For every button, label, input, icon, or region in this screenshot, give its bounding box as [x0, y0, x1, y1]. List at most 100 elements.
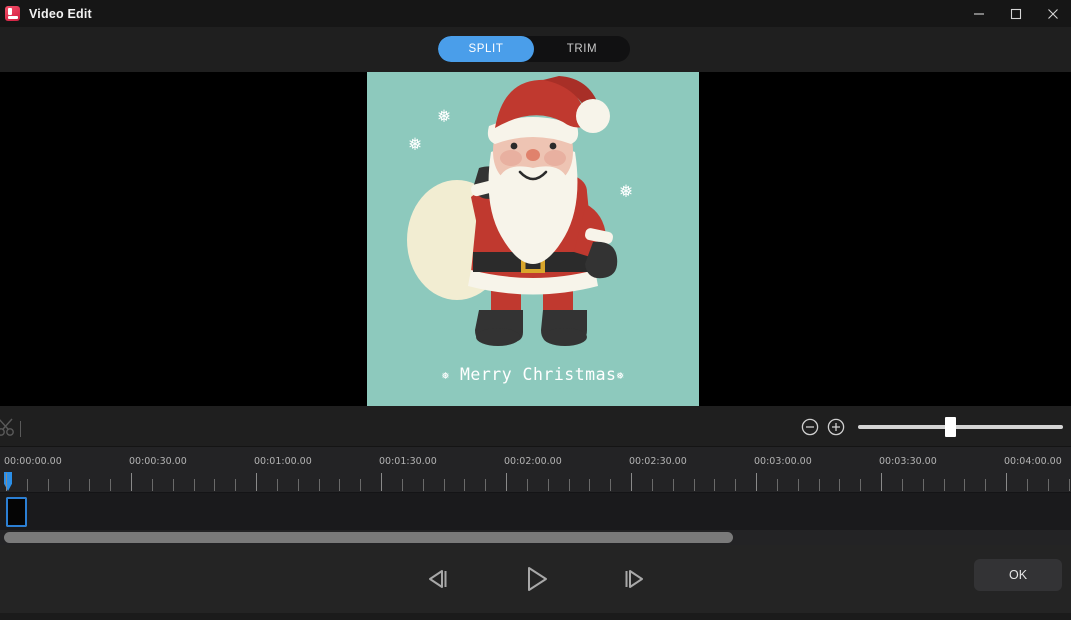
ruler-tick-minor: [548, 479, 549, 491]
tab-trim[interactable]: TRIM: [534, 36, 630, 62]
ruler-tick-minor: [319, 479, 320, 491]
next-frame-icon: [625, 570, 643, 588]
ruler-tick-minor: [964, 479, 965, 491]
window-title: Video Edit: [29, 6, 92, 21]
timeline-panel: 00:00:00.00 00:00:30.00 00:01:00.00 00:01:3…: [0, 447, 1071, 545]
ruler-tick-major: [131, 473, 132, 491]
ruler-label: 00:01:30.00: [379, 456, 437, 467]
ruler-tick-minor: [277, 479, 278, 491]
timeline-ruler[interactable]: 00:00:00.00 00:00:30.00 00:01:00.00 00:01:3…: [0, 447, 1071, 492]
ruler-tick-minor: [527, 479, 528, 491]
mode-tab-bar: SPLIT TRIM: [0, 27, 1071, 72]
next-frame-button[interactable]: [614, 563, 654, 595]
ruler-tick-minor: [173, 479, 174, 491]
ruler-tick-major: [1006, 473, 1007, 491]
caption-text: Merry Christmas: [459, 365, 617, 384]
video-edit-window: Video Edit SPLIT TRIM ❅ ❅ ❅ ❅ Merry Chri…: [0, 0, 1071, 620]
previous-frame-button[interactable]: [418, 563, 458, 595]
snowflake-left-icon: ❅: [441, 368, 450, 382]
ruler-tick-minor: [694, 479, 695, 491]
zoom-slider[interactable]: [858, 416, 1063, 437]
ruler-label: 00:00:30.00: [129, 456, 187, 467]
svg-text:❅: ❅: [619, 182, 633, 202]
tab-split[interactable]: SPLIT: [438, 36, 534, 62]
play-button[interactable]: [516, 563, 556, 595]
ruler-tick-minor: [985, 479, 986, 491]
ruler-tick-minor: [27, 479, 28, 491]
transport-controls: [0, 545, 1071, 613]
zoom-in-icon[interactable]: [826, 417, 846, 437]
ruler-label: 00:04:00.00: [1004, 456, 1062, 467]
ruler-tick-minor: [214, 479, 215, 491]
ruler-tick-minor: [673, 479, 674, 491]
ruler-tick-major: [381, 473, 382, 491]
ruler-tick-minor: [569, 479, 570, 491]
ruler-label: 00:01:00.00: [254, 456, 312, 467]
ruler-tick-minor: [1027, 479, 1028, 491]
video-preview-area: ❅ ❅ ❅ ❅ Merry Christmas❅: [0, 72, 1071, 406]
ruler-tick-minor: [89, 479, 90, 491]
title-bar: Video Edit: [0, 0, 1071, 27]
toolbar-divider: [20, 421, 21, 437]
timeline-toolbar: [0, 406, 1071, 447]
ruler-tick-minor: [110, 479, 111, 491]
minimize-icon[interactable]: [960, 0, 997, 27]
ruler-tick-minor: [298, 479, 299, 491]
ruler-tick-minor: [339, 479, 340, 491]
ruler-label: 00:02:30.00: [629, 456, 687, 467]
ruler-tick-major: [756, 473, 757, 491]
ruler-tick-minor: [798, 479, 799, 491]
maximize-icon[interactable]: [997, 0, 1034, 27]
ruler-tick-minor: [444, 479, 445, 491]
zoom-slider-thumb[interactable]: [945, 416, 956, 437]
ruler-tick-minor: [1048, 479, 1049, 491]
timeline-scrollbar[interactable]: [0, 530, 1071, 545]
ruler-tick-minor: [735, 479, 736, 491]
ruler-tick-major: [506, 473, 507, 491]
ruler-tick-major: [6, 473, 7, 491]
zoom-out-icon[interactable]: [800, 417, 820, 437]
previous-frame-icon: [428, 570, 446, 588]
window-controls: [960, 0, 1071, 27]
ruler-tick-minor: [48, 479, 49, 491]
ruler-tick-minor: [69, 479, 70, 491]
ruler-label: 00:02:00.00: [504, 456, 562, 467]
ruler-tick-minor: [152, 479, 153, 491]
ruler-tick-minor: [902, 479, 903, 491]
ruler-tick-minor: [402, 479, 403, 491]
mode-segmented-control: SPLIT TRIM: [438, 36, 630, 62]
snowflake-right-icon: ❅: [616, 368, 625, 382]
ruler-tick-minor: [923, 479, 924, 491]
ruler-tick-minor: [360, 479, 361, 491]
ruler-tick-minor: [464, 479, 465, 491]
ruler-label: 00:03:00.00: [754, 456, 812, 467]
close-icon[interactable]: [1034, 0, 1071, 27]
ok-button[interactable]: OK: [974, 559, 1062, 591]
ruler-tick-minor: [1069, 479, 1070, 491]
ruler-tick-minor: [423, 479, 424, 491]
timeline-track[interactable]: [0, 492, 1071, 530]
video-clip[interactable]: [6, 497, 27, 527]
ruler-tick-minor: [839, 479, 840, 491]
svg-text:❅: ❅: [437, 107, 451, 127]
ruler-tick-minor: [194, 479, 195, 491]
ruler-tick-minor: [819, 479, 820, 491]
ruler-tick-minor: [235, 479, 236, 491]
zoom-controls: [800, 406, 1063, 447]
ruler-tick-minor: [589, 479, 590, 491]
play-icon: [527, 567, 547, 591]
ruler-tick-major: [881, 473, 882, 491]
zoom-slider-track: [858, 424, 1063, 429]
bottom-bar: OK: [0, 545, 1071, 613]
ruler-tick-minor: [714, 479, 715, 491]
scissors-icon[interactable]: [0, 417, 18, 437]
timeline-scrollbar-thumb[interactable]: [4, 532, 733, 543]
ruler-label: 00:00:00.00: [4, 456, 62, 467]
ruler-tick-minor: [860, 479, 861, 491]
ruler-tick-minor: [652, 479, 653, 491]
ruler-tick-minor: [777, 479, 778, 491]
video-frame[interactable]: ❅ ❅ ❅ ❅ Merry Christmas❅: [367, 72, 699, 406]
video-edit-app-icon: [5, 6, 20, 21]
ruler-tick-major: [256, 473, 257, 491]
video-caption: ❅ Merry Christmas❅: [367, 365, 699, 384]
